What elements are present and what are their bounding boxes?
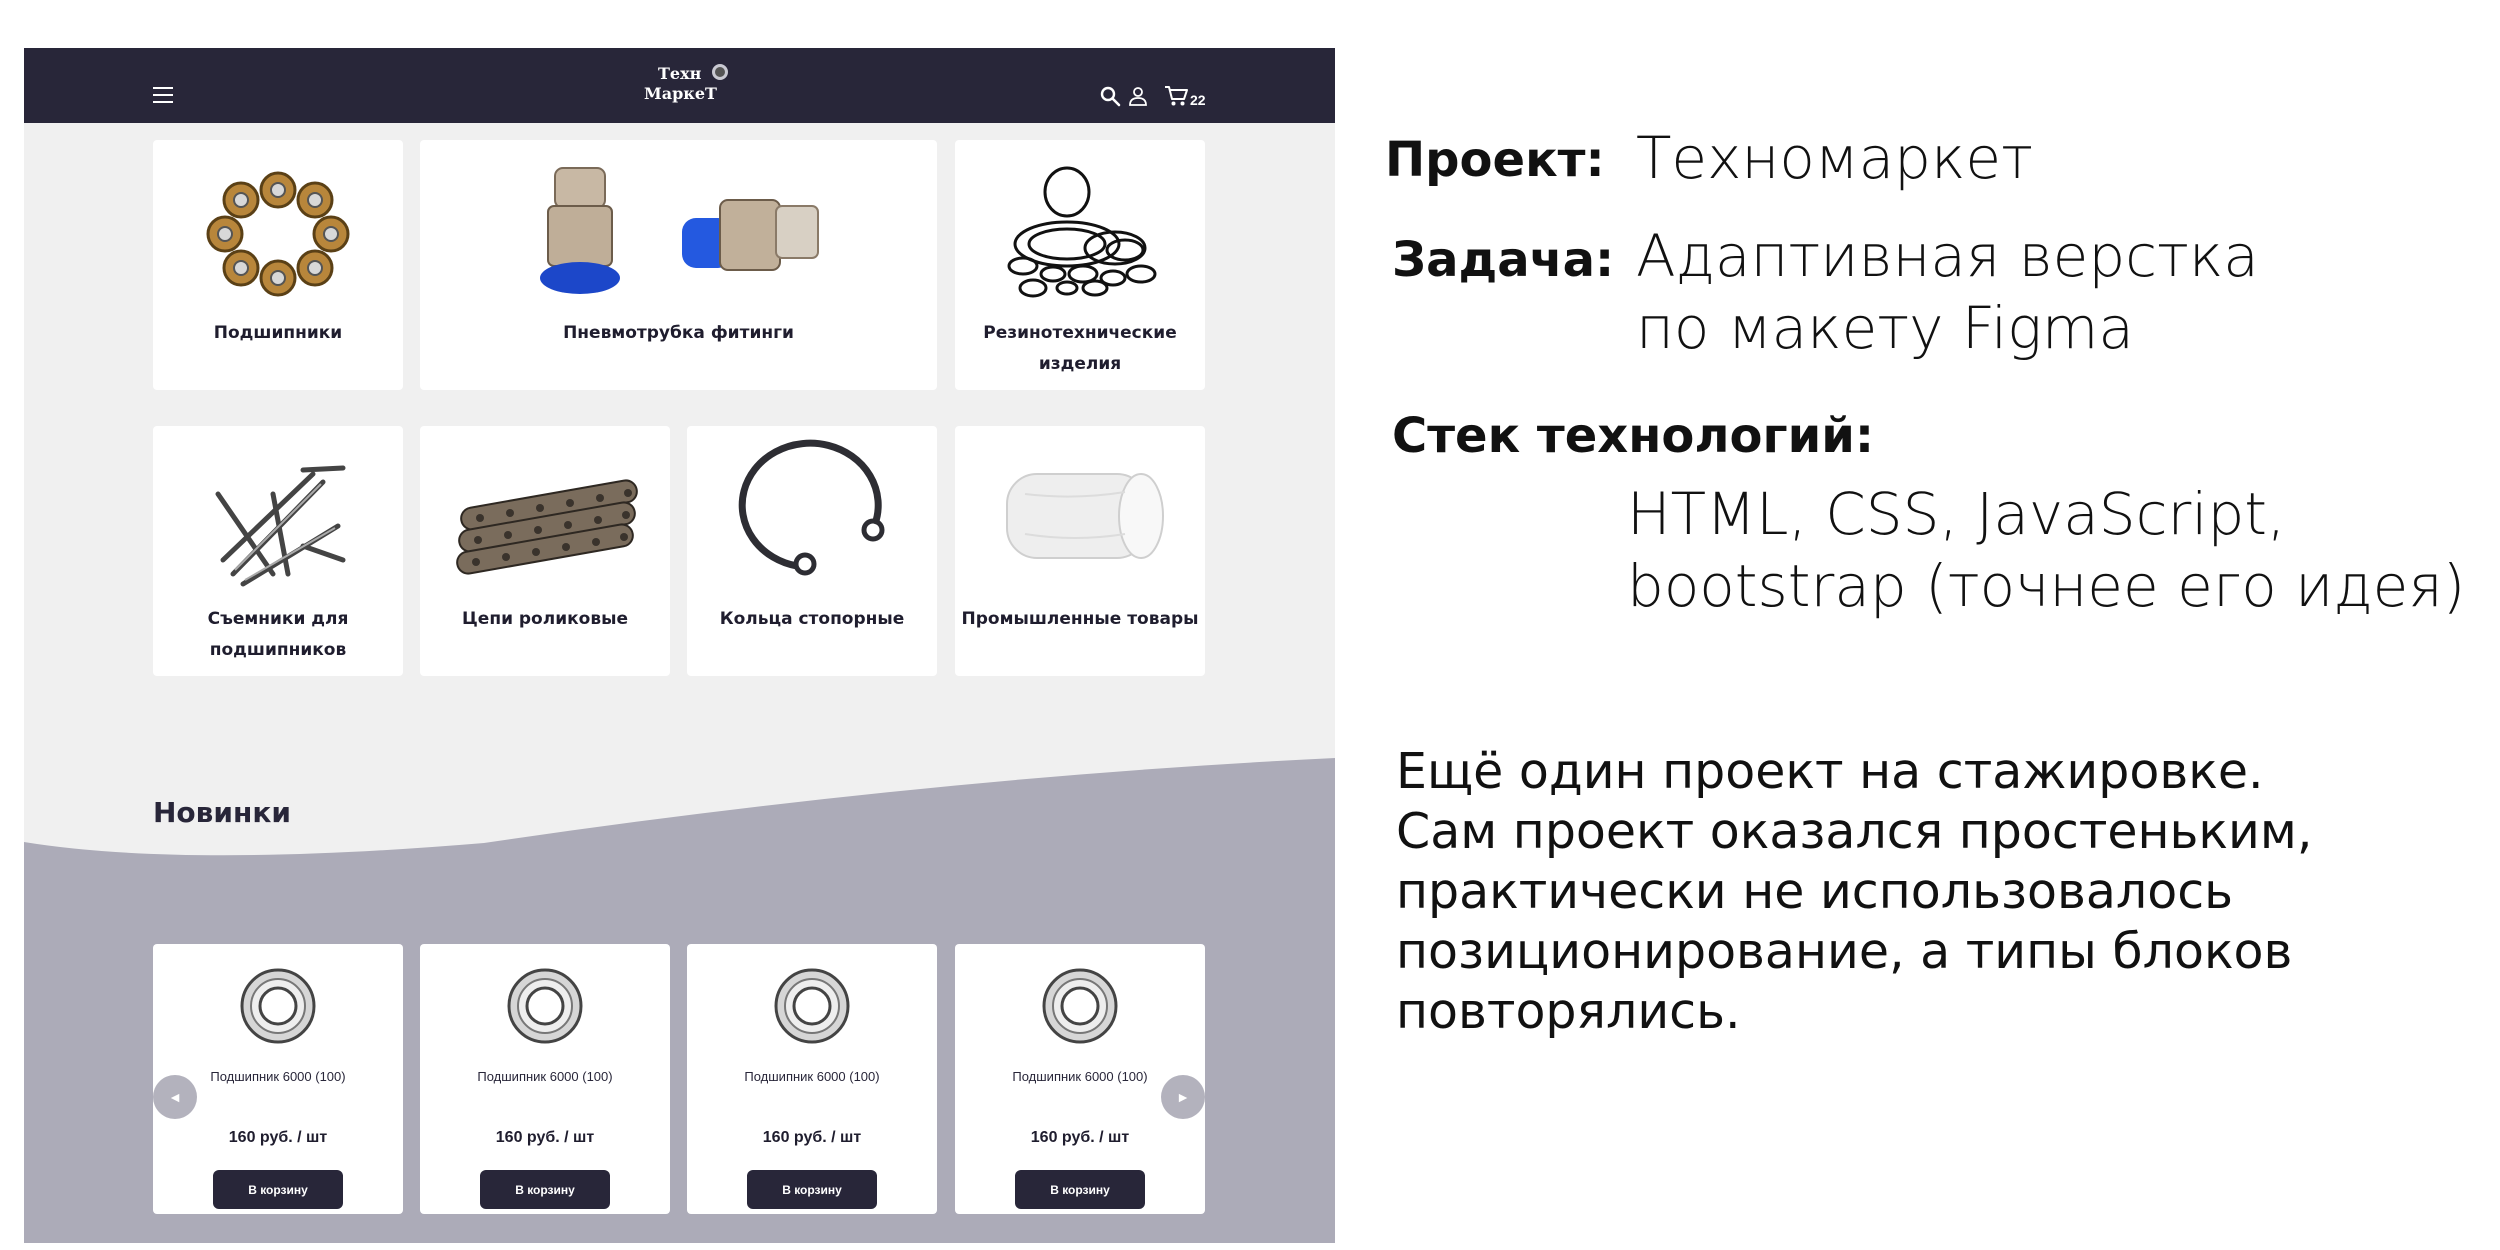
stack-value-line2: bootstrap (точнее его идея) (1627, 552, 2466, 620)
product-card[interactable]: Подшипник 6000 (100) 160 руб. / шт В кор… (955, 944, 1205, 1214)
fittings-image (540, 167, 819, 294)
category-card-rubber[interactable]: Резинотехнические изделия (955, 140, 1205, 390)
bearing-image (240, 968, 316, 1044)
site-mockup: Техн МаркеТ 22 Подшипники Пневмотрубка ф… (24, 48, 1335, 1243)
product-price: 160 руб. / шт (495, 1129, 595, 1146)
description-line: Сам проект оказался простеньким, (1396, 803, 2313, 860)
bearing-image (774, 968, 850, 1044)
add-to-cart-button[interactable]: В корзину (213, 1170, 343, 1209)
cart-icon[interactable] (1164, 84, 1190, 108)
description-paragraph: Ещё один проект на стажировке. Сам проек… (1396, 742, 2312, 1042)
category-card-chains[interactable]: Цепи роликовые (420, 426, 670, 676)
bearing-image (1042, 968, 1118, 1044)
add-to-cart-button[interactable]: В корзину (480, 1170, 610, 1209)
stack-label: Стек технологий: (1392, 408, 1875, 464)
category-label: Цепи роликовые (462, 609, 628, 629)
bearing-image (507, 968, 583, 1044)
task-value-line2: по макету Figma (1636, 294, 2134, 362)
product-card[interactable]: Подшипник 6000 (100) 160 руб. / шт В кор… (687, 944, 937, 1214)
product-card[interactable]: Подшипник 6000 (100) 160 руб. / шт В кор… (420, 944, 670, 1214)
description-line: повторялись. (1396, 983, 1741, 1040)
category-card-fittings[interactable]: Пневмотрубка фитинги (420, 140, 937, 390)
task-label: Задача: (1392, 232, 1615, 288)
site-header: Техн МаркеТ 22 (24, 48, 1335, 123)
stack-value-line1: HTML, CSS, JavaScript, (1627, 480, 2286, 548)
category-card-bearings[interactable]: Подшипники (153, 140, 403, 390)
description-line: позиционирование, а типы блоков (1396, 923, 2293, 980)
product-card[interactable]: Подшипник 6000 (100) 160 руб. / шт В кор… (153, 944, 403, 1214)
search-icon[interactable] (1098, 84, 1122, 108)
new-section-title: Новинки (153, 796, 291, 829)
carousel-next-button[interactable]: ► (1161, 1075, 1205, 1119)
project-value: Техномаркет (1636, 124, 2033, 192)
category-label: Пневмотрубка фитинги (563, 323, 794, 343)
project-label: Проект: (1385, 132, 1605, 188)
category-card-retaining-rings[interactable]: Кольца стопорные (687, 426, 937, 676)
logo-text-line2: МаркеТ (644, 84, 717, 103)
site-logo[interactable]: Техн МаркеТ (642, 62, 742, 110)
category-label-line2: изделия (1038, 354, 1122, 374)
description-line: Ещё один проект на стажировке. (1396, 743, 2264, 800)
o-rings-image (1007, 166, 1157, 298)
fabric-roll-image (1006, 473, 1164, 559)
category-card-pullers[interactable]: Съемники для подшипников (153, 426, 403, 676)
product-name[interactable]: Подшипник 6000 (100) (687, 1069, 937, 1084)
category-card-industrial[interactable]: Промышленные товары (955, 426, 1205, 676)
product-price: 160 руб. / шт (1030, 1129, 1130, 1146)
pullers-image (215, 465, 346, 587)
roller-chain-image (456, 479, 638, 575)
task-value-line1: Адаптивная верстка (1636, 222, 2259, 290)
category-label-line1: Резинотехнические (983, 323, 1177, 343)
category-label-line2: подшипников (209, 640, 347, 660)
user-icon[interactable] (1126, 84, 1150, 108)
product-name[interactable]: Подшипник 6000 (100) (420, 1069, 670, 1084)
category-label-line1: Съемники для (207, 609, 349, 629)
category-label: Кольца стопорные (719, 609, 905, 629)
carousel-prev-button[interactable]: ◄ (153, 1075, 197, 1119)
bearings-image (206, 171, 350, 297)
cart-count-badge: 22 (1190, 92, 1206, 108)
product-price: 160 руб. / шт (228, 1129, 328, 1146)
category-label: Промышленные товары (961, 609, 1199, 629)
description-line: практически не использовалось (1396, 863, 2234, 920)
add-to-cart-button[interactable]: В корзину (1015, 1170, 1145, 1209)
logo-ring-icon (712, 64, 728, 80)
logo-text-line1: Техн (658, 64, 702, 83)
category-label: Подшипники (213, 323, 343, 343)
product-price: 160 руб. / шт (762, 1129, 862, 1146)
retaining-ring-image (738, 439, 885, 576)
add-to-cart-button[interactable]: В корзину (747, 1170, 877, 1209)
menu-icon[interactable] (153, 87, 173, 103)
